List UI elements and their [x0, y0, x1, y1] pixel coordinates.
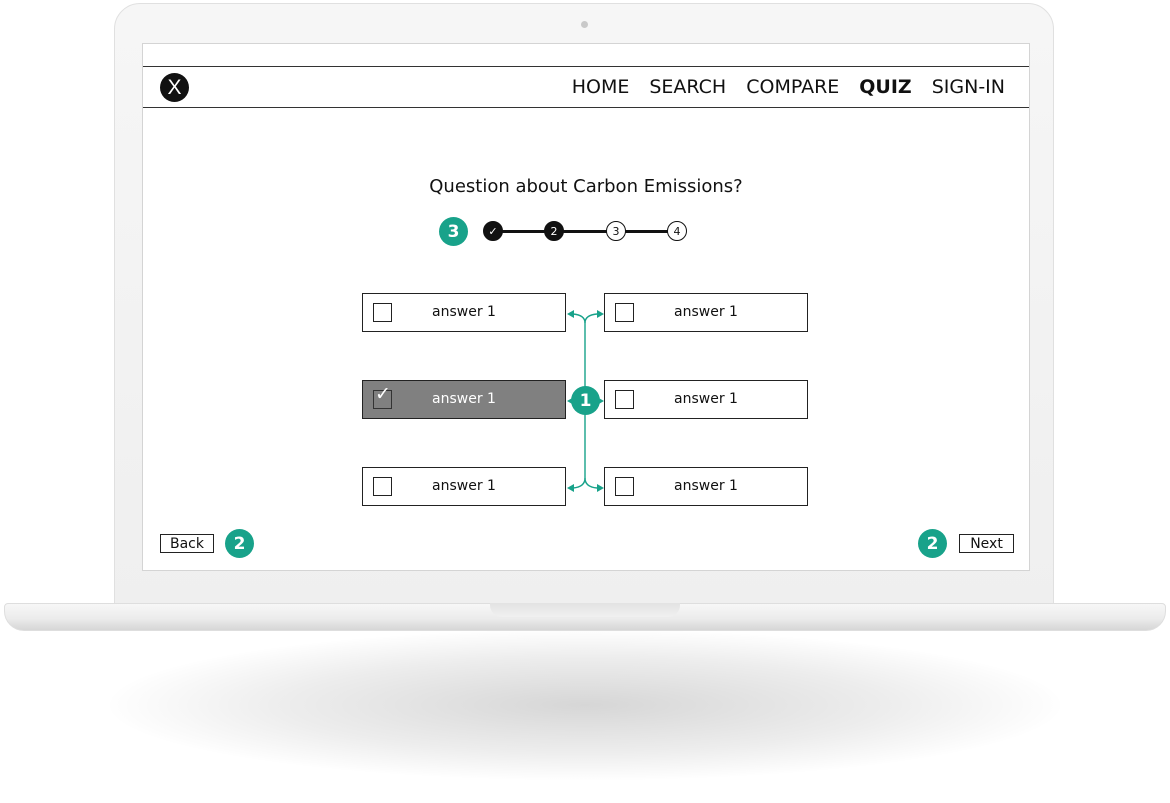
answer-connector-lines — [567, 310, 604, 492]
answer-option[interactable]: answer 1 — [604, 380, 808, 419]
progress-step-1-check-icon: ✓ — [483, 221, 503, 241]
answer-option[interactable]: answer 1 — [362, 293, 566, 332]
back-button[interactable]: Back — [160, 534, 214, 553]
answer-label: answer 1 — [432, 478, 496, 494]
answer-label: answer 1 — [432, 391, 496, 407]
logo-icon[interactable]: X — [160, 73, 189, 102]
answer-label: answer 1 — [432, 304, 496, 320]
annotation-badge-next: 2 — [918, 529, 947, 558]
progress-track — [495, 230, 677, 233]
top-navigation-bar: X HOME SEARCH COMPARE QUIZ SIGN-IN — [143, 66, 1029, 108]
nav-links: HOME SEARCH COMPARE QUIZ SIGN-IN — [572, 67, 1005, 107]
answer-option[interactable]: answer 1 — [362, 467, 566, 506]
answer-option[interactable]: answer 1 — [604, 293, 808, 332]
annotation-badge-back: 2 — [225, 529, 254, 558]
answer-option[interactable]: answer 1 — [604, 467, 808, 506]
nav-quiz-link[interactable]: QUIZ — [859, 76, 911, 98]
next-button[interactable]: Next — [959, 534, 1014, 553]
annotation-badge-progress: 3 — [439, 217, 468, 246]
nav-search-link[interactable]: SEARCH — [649, 76, 726, 98]
answer-label: answer 1 — [674, 304, 738, 320]
answer-label: answer 1 — [674, 391, 738, 407]
progress-step-4: 4 — [667, 221, 687, 241]
webcam-icon — [581, 21, 588, 28]
annotation-badge-answers: 1 — [571, 386, 600, 415]
quiz-question: Question about Carbon Emissions? — [429, 176, 743, 197]
answer-label: answer 1 — [674, 478, 738, 494]
answer-option-selected[interactable]: ✓ answer 1 — [362, 380, 566, 419]
nav-compare-link[interactable]: COMPARE — [746, 76, 839, 98]
laptop-shadow — [110, 630, 1060, 780]
progress-step-3: 3 — [606, 221, 626, 241]
laptop-notch — [490, 603, 680, 617]
app-screen: X HOME SEARCH COMPARE QUIZ SIGN-IN Quest… — [142, 43, 1030, 571]
nav-home-link[interactable]: HOME — [572, 76, 630, 98]
nav-signin-link[interactable]: SIGN-IN — [932, 76, 1005, 98]
progress-step-2: 2 — [544, 221, 564, 241]
